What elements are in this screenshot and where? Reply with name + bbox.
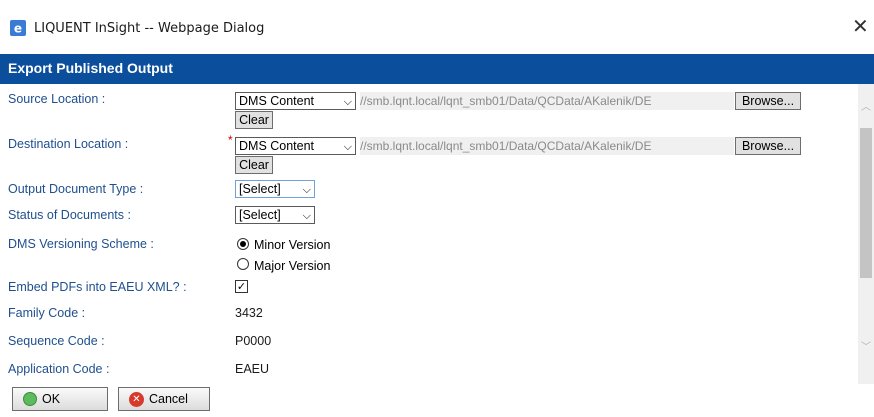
status-of-documents-select-value: [Select] [239, 208, 281, 222]
minor-version-radio[interactable] [237, 238, 249, 250]
source-browse-button[interactable]: Browse... [735, 92, 801, 110]
chevron-down-icon: ⌵ [302, 209, 311, 222]
cancel-button[interactable]: ✕ Cancel [118, 387, 210, 411]
scroll-up-icon[interactable]: ︿ [861, 98, 871, 113]
vertical-scrollbar[interactable]: ︿ ﹀ [858, 84, 874, 384]
destination-location-label: Destination Location : [8, 137, 129, 151]
output-document-type-select[interactable]: [Select] ⌵ [235, 180, 315, 198]
cancel-button-label: Cancel [149, 392, 188, 406]
scrollbar-thumb[interactable] [860, 128, 872, 278]
application-code-value: EAEU [235, 362, 270, 376]
application-code-label: Application Code : [8, 362, 110, 376]
ok-icon [23, 392, 37, 406]
source-clear-button[interactable]: Clear [235, 111, 273, 129]
required-marker: * [228, 133, 233, 147]
status-of-documents-label: Status of Documents : [8, 208, 131, 222]
minor-version-label: Minor Version [254, 238, 331, 252]
major-version-label: Major Version [254, 259, 331, 273]
embed-pdfs-label: Embed PDFs into EAEU XML? : [8, 280, 187, 294]
destination-location-path[interactable]: //smb.lqnt.local/lqnt_smb01/Data/QCData/… [360, 137, 734, 155]
destination-location-select-value: DMS Content [239, 139, 315, 153]
output-document-type-select-value: [Select] [239, 182, 281, 196]
family-code-value: 3432 [235, 306, 263, 320]
dialog-footer: OK ✕ Cancel [0, 384, 874, 417]
source-location-select-value: DMS Content [239, 94, 315, 108]
source-location-select[interactable]: DMS Content ⌵ [235, 92, 356, 110]
cancel-icon: ✕ [129, 391, 144, 407]
dialog-heading: Export Published Output [8, 60, 173, 76]
ok-button[interactable]: OK [12, 387, 108, 411]
ok-button-label: OK [42, 392, 61, 406]
svg-text:e: e [14, 22, 22, 36]
major-version-radio[interactable] [237, 258, 249, 270]
ie-icon: e [10, 20, 26, 36]
destination-browse-button[interactable]: Browse... [735, 137, 801, 155]
export-form: Source Location : DMS Content ⌵ //smb.lq… [0, 84, 858, 384]
window-title: LIQUENT InSight -- Webpage Dialog [34, 21, 265, 36]
dialog-header: Export Published Output [0, 54, 874, 84]
destination-clear-button[interactable]: Clear [235, 156, 273, 174]
close-icon[interactable]: ✕ [852, 16, 869, 36]
chevron-down-icon: ⌵ [343, 95, 352, 108]
title-bar: e LIQUENT InSight -- Webpage Dialog ✕ [0, 0, 874, 54]
status-of-documents-select[interactable]: [Select] ⌵ [235, 206, 315, 224]
source-location-label: Source Location : [8, 92, 106, 106]
scroll-down-icon[interactable]: ﹀ [861, 338, 871, 353]
chevron-down-icon: ⌵ [302, 183, 311, 196]
source-location-path[interactable]: //smb.lqnt.local/lqnt_smb01/Data/QCData/… [360, 92, 734, 110]
output-document-type-label: Output Document Type : [8, 182, 144, 196]
dms-versioning-scheme-label: DMS Versioning Scheme : [8, 237, 154, 251]
sequence-code-value: P0000 [235, 334, 272, 348]
chevron-down-icon: ⌵ [343, 140, 352, 153]
destination-location-select[interactable]: DMS Content ⌵ [235, 137, 356, 155]
embed-pdfs-checkbox[interactable]: ✓ [235, 280, 248, 293]
sequence-code-label: Sequence Code : [8, 334, 105, 348]
family-code-label: Family Code : [8, 306, 86, 320]
